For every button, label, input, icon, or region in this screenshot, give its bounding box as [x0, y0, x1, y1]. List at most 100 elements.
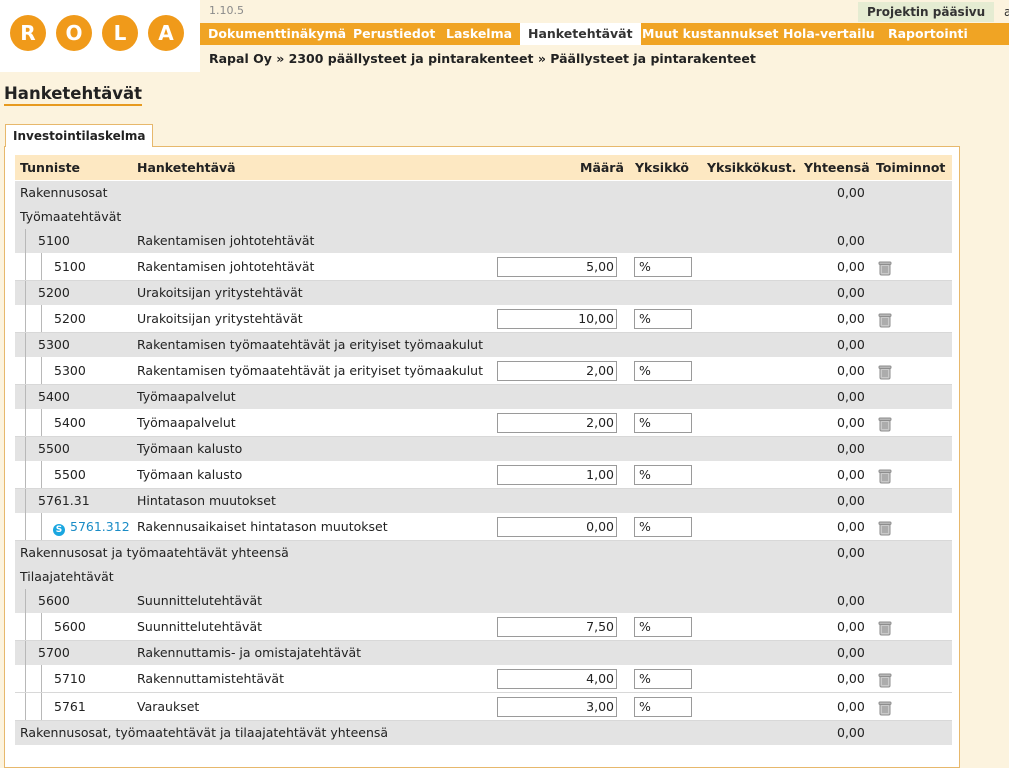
task-name: Rakennuttamis- ja omistajatehtävät: [137, 645, 362, 660]
unit-input[interactable]: %: [634, 617, 692, 637]
task-name: Urakoitsijan yritystehtävät: [137, 311, 303, 326]
col-total-header: Yhteensä: [804, 160, 870, 175]
row-total: 0,00: [837, 285, 865, 300]
page-title: Hanketehtävät: [4, 84, 143, 106]
task-name: Rakentamisen johtotehtävät: [137, 259, 315, 274]
task-name: Rakentamisen johtotehtävät: [137, 233, 315, 248]
row-total: 0,00: [837, 233, 865, 248]
quantity-input[interactable]: 10,00: [497, 309, 617, 329]
task-id: 5710: [54, 671, 86, 686]
tree-line: [25, 305, 26, 332]
unit-input[interactable]: %: [634, 669, 692, 689]
logo[interactable]: ROLA: [0, 0, 200, 72]
unit-input[interactable]: %: [634, 361, 692, 381]
group-label: Rakennusosat ja työmaatehtävät yhteensä: [20, 545, 289, 560]
task-id: 5200: [54, 311, 86, 326]
delete-icon[interactable]: [877, 260, 893, 276]
row-total: 0,00: [837, 725, 865, 740]
delete-icon[interactable]: [877, 520, 893, 536]
unit-input[interactable]: %: [634, 309, 692, 329]
main-nav: Dokumenttinäkymä Perustiedot Laskelma Hanke…: [200, 23, 1009, 45]
quantity-input[interactable]: 2,00: [497, 413, 617, 433]
nav-tab-hanketehtävät[interactable]: Hanketehtävät: [520, 23, 641, 45]
table-row: 5700 Rakennuttamis- ja omistajatehtävät 0,…: [15, 641, 952, 665]
row-total: 0,00: [837, 645, 865, 660]
task-id: 5500: [54, 467, 86, 482]
quantity-input[interactable]: 2,00: [497, 361, 617, 381]
task-name: Suunnittelutehtävät: [137, 593, 263, 608]
delete-icon[interactable]: [877, 620, 893, 636]
delete-icon[interactable]: [877, 672, 893, 688]
row-total: 0,00: [837, 467, 865, 482]
quantity-input[interactable]: 5,00: [497, 257, 617, 277]
task-id: 5300: [54, 363, 86, 378]
delete-icon[interactable]: [877, 312, 893, 328]
delete-icon[interactable]: [877, 700, 893, 716]
table-row: S 5761.312 Rakennusaikaiset hintatason muu…: [15, 513, 952, 541]
tree-line: [25, 281, 26, 305]
nav-tab-raportointi[interactable]: Raportointi: [880, 23, 976, 45]
delete-icon[interactable]: [877, 416, 893, 432]
unit-input[interactable]: %: [634, 697, 692, 717]
tree-line: [41, 513, 42, 540]
table-row: 5500 Työmaan kalusto 1,00% 0,00: [15, 461, 952, 489]
row-total: 0,00: [837, 185, 865, 200]
quantity-input[interactable]: 7,50: [497, 617, 617, 637]
tree-line: [25, 357, 26, 384]
nav-tab-dokumenttinäkymä[interactable]: Dokumenttinäkymä: [200, 23, 354, 45]
tree-line: [41, 305, 42, 332]
row-total: 0,00: [837, 259, 865, 274]
quantity-input[interactable]: 3,00: [497, 697, 617, 717]
table-group-row: Työmaatehtävät: [15, 205, 952, 229]
table-row: 5600 Suunnittelutehtävät 0,00: [15, 589, 952, 613]
quantity-input[interactable]: 4,00: [497, 669, 617, 689]
unit-input[interactable]: %: [634, 517, 692, 537]
logo-letter: A: [148, 15, 184, 51]
col-task-header: Hanketehtävä: [137, 160, 236, 175]
tree-line: [41, 409, 42, 436]
tree-line: [41, 665, 42, 692]
delete-icon[interactable]: [877, 364, 893, 380]
task-id-link[interactable]: S 5761.312: [53, 513, 130, 541]
tree-line: [25, 229, 26, 253]
table-row: 5400 Työmaapalvelut 0,00: [15, 385, 952, 409]
table-row: 5300 Rakentamisen työmaatehtävät ja erity…: [15, 333, 952, 357]
table-row: 5200 Urakoitsijan yritystehtävät 0,00: [15, 281, 952, 305]
col-qty-header: Määrä: [580, 160, 624, 175]
task-id: 5300: [38, 337, 70, 352]
nav-tab-hola-vertailu[interactable]: Hola-vertailu: [775, 23, 883, 45]
row-total: 0,00: [837, 699, 865, 714]
row-total: 0,00: [837, 671, 865, 686]
logo-letter: O: [56, 15, 92, 51]
skype-icon: S: [53, 524, 65, 536]
nav-tab-laskelma[interactable]: Laskelma: [438, 23, 520, 45]
tab-investointilaskelma[interactable]: Investointilaskelma: [5, 124, 154, 147]
table-row: 5761.31 Hintatason muutokset 0,00: [15, 489, 952, 513]
task-name: Varaukset: [137, 699, 200, 714]
table-row: 5710 Rakennuttamistehtävät 4,00% 0,00: [15, 665, 952, 693]
task-name: Rakennuttamistehtävät: [137, 671, 284, 686]
project-home-link[interactable]: Projektin pääsivu: [858, 2, 995, 22]
task-id: 5400: [54, 415, 86, 430]
version-label: 1.10.5: [209, 4, 244, 17]
delete-icon[interactable]: [877, 468, 893, 484]
nav-tab-muut-kustannukset[interactable]: Muut kustannukset: [634, 23, 787, 45]
tree-line: [25, 437, 26, 461]
quantity-input[interactable]: 0,00: [497, 517, 617, 537]
tree-line: [25, 461, 26, 488]
top-link-cut[interactable]: a: [1004, 2, 1009, 22]
row-total: 0,00: [837, 519, 865, 534]
tree-line: [25, 409, 26, 436]
quantity-input[interactable]: 1,00: [497, 465, 617, 485]
task-name: Hintatason muutokset: [137, 493, 276, 508]
task-id: 5600: [54, 619, 86, 634]
task-name: Työmaapalvelut: [137, 415, 236, 430]
unit-input[interactable]: %: [634, 413, 692, 433]
unit-input[interactable]: %: [634, 257, 692, 277]
table-row: 5100 Rakentamisen johtotehtävät 5,00% 0,00: [15, 253, 952, 281]
task-id: 5400: [38, 389, 70, 404]
table-row: 5400 Työmaapalvelut 2,00% 0,00: [15, 409, 952, 437]
unit-input[interactable]: %: [634, 465, 692, 485]
task-id: 5700: [38, 645, 70, 660]
nav-tab-perustiedot[interactable]: Perustiedot: [345, 23, 443, 45]
